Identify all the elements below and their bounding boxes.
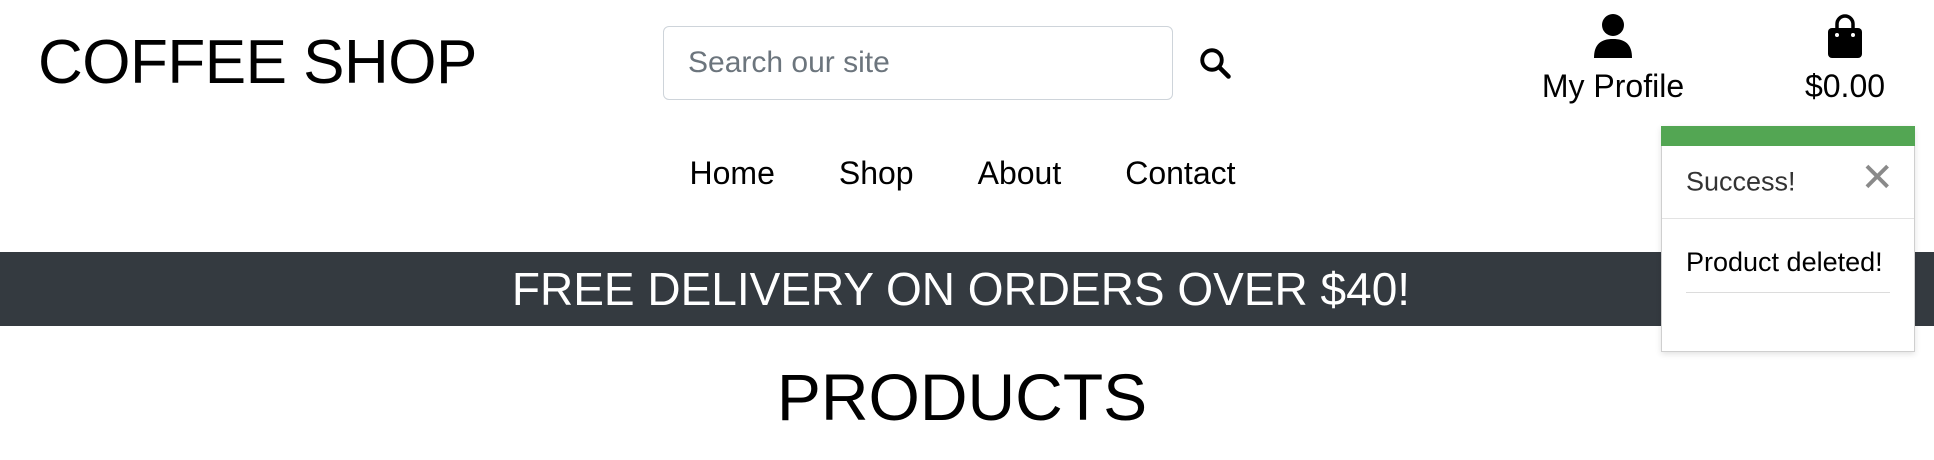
nav-item-home[interactable]: Home [690, 155, 775, 191]
page-title: PRODUCTS [0, 357, 1934, 437]
toast-header: Success! ✕ [1662, 146, 1914, 219]
my-profile-link[interactable]: My Profile [1538, 14, 1688, 106]
user-icon [1594, 14, 1632, 58]
nav-item-contact[interactable]: Contact [1125, 155, 1235, 191]
search-input[interactable] [663, 26, 1173, 100]
search-icon [1200, 47, 1231, 79]
shopping-bag-icon [1828, 14, 1862, 58]
nav-item-about[interactable]: About [978, 155, 1062, 191]
search-form [663, 26, 1231, 100]
toast-close-button[interactable]: ✕ [1860, 158, 1894, 198]
nav-item-shop[interactable]: Shop [839, 155, 914, 191]
toast-message: Product deleted! [1686, 247, 1883, 277]
toast-accent-bar [1661, 126, 1915, 146]
shopping-bag-link[interactable]: $0.00 [1795, 14, 1895, 106]
delivery-banner-text: FREE DELIVERY ON ORDERS OVER $40! [511, 263, 1411, 315]
page-title-text: PRODUCTS [776, 360, 1148, 434]
my-profile-label: My Profile [1541, 68, 1685, 104]
toast-divider [1686, 292, 1890, 293]
toast-body: Product deleted! [1662, 219, 1914, 293]
close-icon: ✕ [1860, 155, 1894, 201]
main-navigation: Home Shop About Contact [0, 155, 1934, 192]
delivery-banner: FREE DELIVERY ON ORDERS OVER $40! [0, 252, 1934, 326]
brand-logo-link[interactable]: COFFEE SHOP [38, 24, 477, 102]
search-button[interactable] [1193, 42, 1237, 86]
bag-total: $0.00 [1804, 68, 1886, 104]
toast-title: Success! [1686, 166, 1796, 197]
success-toast: Success! ✕ Product deleted! [1661, 126, 1915, 352]
